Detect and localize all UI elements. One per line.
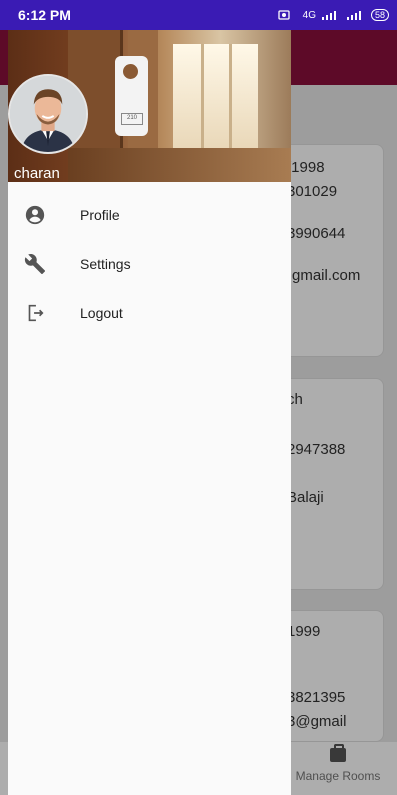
signal-icon (321, 11, 336, 20)
wrench-icon (24, 253, 46, 275)
navigation-drawer: charan Profile Settings Logout (8, 30, 291, 795)
menu-item-profile[interactable]: Profile (8, 190, 291, 239)
status-bar: 6:12 PM 4G 58 (0, 0, 397, 30)
battery-icon: 58 (370, 9, 389, 21)
header-floor-detail (68, 148, 291, 182)
alarm-icon (277, 10, 290, 20)
user-name: charan (14, 165, 60, 182)
menu-item-label: Logout (80, 304, 123, 321)
avatar[interactable] (8, 74, 88, 154)
person-portrait-icon (10, 76, 86, 152)
account-circle-icon (24, 204, 46, 226)
menu-item-settings[interactable]: Settings (8, 239, 291, 288)
menu-item-logout[interactable]: Logout (8, 288, 291, 337)
menu-item-label: Settings (80, 255, 131, 272)
signal-icon-2 (346, 11, 361, 20)
network-type: 4G (302, 9, 316, 21)
drawer-header: charan (8, 30, 291, 182)
menu-item-label: Profile (80, 206, 120, 223)
drawer-menu: Profile Settings Logout (8, 182, 291, 337)
status-icons: 4G 58 (277, 9, 389, 21)
door-hanger-image (115, 56, 148, 136)
logout-icon (24, 302, 46, 324)
header-window-detail (173, 44, 258, 154)
status-time: 6:12 PM (18, 7, 71, 23)
